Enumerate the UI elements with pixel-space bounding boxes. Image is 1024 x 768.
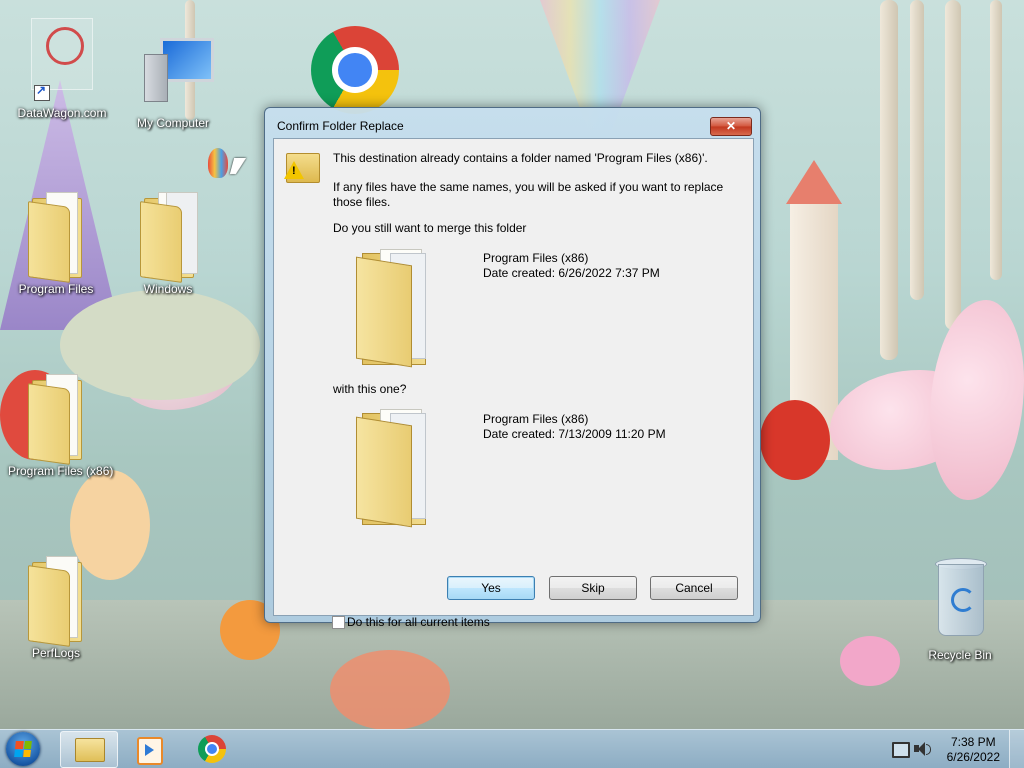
wallpaper-tree [880, 0, 898, 360]
taskbar: 7:38 PM 6/26/2022 [0, 729, 1024, 768]
chrome-desktop-icon[interactable] [311, 26, 399, 114]
dialog-content: This destination already contains a fold… [273, 138, 754, 629]
wallpaper-tree [910, 0, 924, 300]
balloon-icon[interactable] [208, 148, 228, 178]
taskbar-clock[interactable]: 7:38 PM 6/26/2022 [947, 735, 1000, 765]
target-folder-date: Date created: 7/13/2009 11:20 PM [483, 427, 666, 441]
desktop-icon-label: Recycle Bin [928, 648, 992, 662]
target-folder-icon [356, 409, 436, 528]
folder-icon [140, 188, 198, 283]
folder-icon [75, 738, 105, 762]
dialog-detail: If any files have the same names, you wi… [333, 180, 724, 209]
datawagon-icon [31, 18, 93, 101]
recycle-bin-icon [935, 552, 987, 640]
desktop-icon-program-files-x86[interactable]: Program Files (x86) [8, 370, 114, 478]
source-folder-date: Date created: 6/26/2022 7:37 PM [483, 266, 660, 280]
clock-time: 7:38 PM [950, 735, 996, 749]
desktop-icon-label: Program Files (x86) [8, 464, 114, 478]
mandala-icon [38, 19, 92, 73]
wallpaper-apple [760, 400, 830, 480]
chrome-icon [198, 735, 226, 763]
desktop-icon-datawagon[interactable]: DataWagon.com [14, 18, 110, 120]
taskbar-media-player-button[interactable] [120, 731, 176, 766]
clock-date: 6/26/2022 [946, 750, 1000, 764]
desktop-icon-windows[interactable]: Windows [120, 188, 216, 296]
dialog-question: Do you still want to merge this folder [333, 221, 527, 235]
skip-button[interactable]: Skip [549, 576, 637, 600]
desktop-icon-recycle-bin[interactable]: Recycle Bin [912, 552, 1008, 662]
show-desktop-button[interactable] [1009, 730, 1024, 768]
desktop-icon-label: Windows [143, 282, 193, 296]
confirm-folder-replace-dialog: Confirm Folder Replace ✕ This destinatio… [264, 107, 761, 629]
close-button[interactable]: ✕ [710, 117, 752, 136]
chrome-core [338, 53, 372, 87]
apply-to-all-checkbox[interactable] [332, 616, 345, 629]
desktop-icon-perflogs[interactable]: PerfLogs [8, 552, 104, 660]
desktop-icon-label: Program Files [18, 282, 94, 296]
close-icon: ✕ [725, 119, 737, 133]
cancel-button[interactable]: Cancel [650, 576, 738, 600]
network-icon[interactable] [892, 742, 910, 758]
desktop-icon-label: DataWagon.com [17, 106, 107, 120]
wallpaper-flower [330, 650, 450, 730]
yes-button[interactable]: Yes [447, 576, 535, 600]
wallpaper-leaf [930, 300, 1024, 500]
tower-icon [144, 54, 168, 102]
start-button[interactable] [6, 732, 40, 766]
wallpaper-tree [990, 0, 1002, 280]
source-folder-name: Program Files (x86) [483, 251, 589, 265]
desktop-icon-label: My Computer [136, 116, 210, 130]
folder-icon [28, 370, 84, 465]
volume-icon[interactable] [914, 741, 931, 757]
desktop-icon-my-computer[interactable]: My Computer [125, 36, 221, 130]
target-folder-info: Program Files (x86) Date created: 7/13/2… [483, 412, 666, 442]
apply-to-all-label[interactable]: Do this for all current items [347, 615, 490, 629]
source-folder-icon [356, 249, 436, 368]
wallpaper-cupcake [840, 636, 900, 686]
media-player-icon [137, 737, 163, 765]
desktop-icon-label: PerfLogs [31, 646, 81, 660]
taskbar-chrome-button[interactable] [185, 731, 241, 766]
folder-icon [28, 552, 84, 647]
source-folder-info: Program Files (x86) Date created: 6/26/2… [483, 251, 660, 281]
windows-logo-icon [14, 741, 32, 757]
with-this-one-label: with this one? [333, 382, 407, 396]
shortcut-arrow-icon [34, 83, 50, 101]
dialog-message: This destination already contains a fold… [333, 151, 708, 165]
taskbar-explorer-button[interactable] [60, 731, 118, 768]
monitor-icon [160, 38, 214, 82]
computer-icon [138, 36, 214, 108]
folder-warning-icon [284, 147, 320, 183]
desktop-icon-program-files[interactable]: Program Files [8, 188, 104, 296]
dialog-title: Confirm Folder Replace [277, 119, 404, 133]
folder-icon [28, 188, 84, 283]
target-folder-name: Program Files (x86) [483, 412, 589, 426]
dialog-titlebar[interactable]: Confirm Folder Replace ✕ [265, 108, 760, 138]
wallpaper-tree [945, 0, 961, 330]
